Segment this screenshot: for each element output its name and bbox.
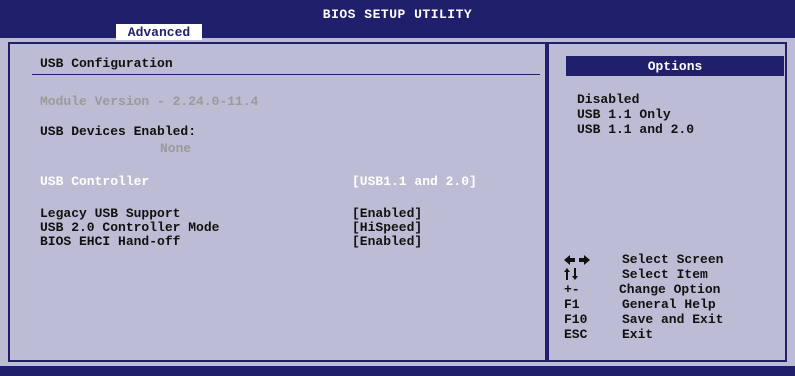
usb-devices-label: USB Devices Enabled: bbox=[40, 124, 197, 139]
key-row-save-exit: F10 Save and Exit bbox=[549, 312, 785, 328]
legacy-usb-support-label[interactable]: Legacy USB Support bbox=[40, 206, 180, 221]
key-row-select-item: Select Item bbox=[549, 267, 785, 283]
option-usb11-only: USB 1.1 Only bbox=[577, 107, 671, 122]
plus-minus-key: +- bbox=[564, 282, 580, 297]
usb20-controller-mode-label[interactable]: USB 2.0 Controller Mode bbox=[40, 220, 219, 235]
key-row-general-help: F1 General Help bbox=[549, 297, 785, 313]
left-right-arrows-icon bbox=[564, 255, 590, 265]
legacy-usb-support-value[interactable]: [Enabled] bbox=[352, 206, 422, 221]
exit-desc: Exit bbox=[622, 327, 654, 342]
key-row-select-screen: Select Screen bbox=[549, 252, 785, 268]
bios-screen: BIOS SETUP UTILITY Advanced USB Configur… bbox=[0, 0, 795, 376]
tab-advanced[interactable]: Advanced bbox=[116, 24, 202, 40]
bios-ehci-handoff-label[interactable]: BIOS EHCI Hand-off bbox=[40, 234, 180, 249]
key-row-change-option: +- Change Option bbox=[549, 282, 785, 298]
f10-key: F10 bbox=[564, 312, 588, 327]
bios-ehci-handoff-value[interactable]: [Enabled] bbox=[352, 234, 422, 249]
app-title: BIOS SETUP UTILITY bbox=[322, 7, 473, 22]
save-exit-desc: Save and Exit bbox=[622, 312, 724, 327]
title-bar: BIOS SETUP UTILITY Advanced bbox=[0, 0, 795, 40]
main-panel: USB Configuration Module Version - 2.24.… bbox=[8, 42, 547, 362]
option-usb11-and-20: USB 1.1 and 2.0 bbox=[577, 122, 695, 137]
esc-key: ESC bbox=[564, 327, 588, 342]
option-disabled: Disabled bbox=[577, 92, 640, 107]
usb-controller-value[interactable]: [USB1.1 and 2.0] bbox=[352, 174, 477, 189]
select-item-desc: Select Item bbox=[622, 267, 708, 282]
up-down-arrows-icon bbox=[564, 268, 578, 280]
usb20-controller-mode-value[interactable]: [HiSpeed] bbox=[352, 220, 422, 235]
help-panel: Options Disabled USB 1.1 Only USB 1.1 an… bbox=[547, 42, 787, 362]
usb-devices-value: None bbox=[160, 141, 192, 156]
general-help-desc: General Help bbox=[622, 297, 716, 312]
module-version: Module Version - 2.24.0-11.4 bbox=[40, 94, 259, 109]
title-divider bbox=[32, 74, 540, 75]
f1-key: F1 bbox=[564, 297, 580, 312]
section-title: USB Configuration bbox=[40, 56, 173, 71]
usb-controller-label[interactable]: USB Controller bbox=[40, 174, 149, 189]
change-option-desc: Change Option bbox=[619, 282, 721, 297]
bottom-bar bbox=[0, 366, 795, 376]
options-header: Options bbox=[566, 56, 784, 76]
select-screen-desc: Select Screen bbox=[622, 252, 724, 267]
key-row-exit: ESC Exit bbox=[549, 327, 785, 343]
